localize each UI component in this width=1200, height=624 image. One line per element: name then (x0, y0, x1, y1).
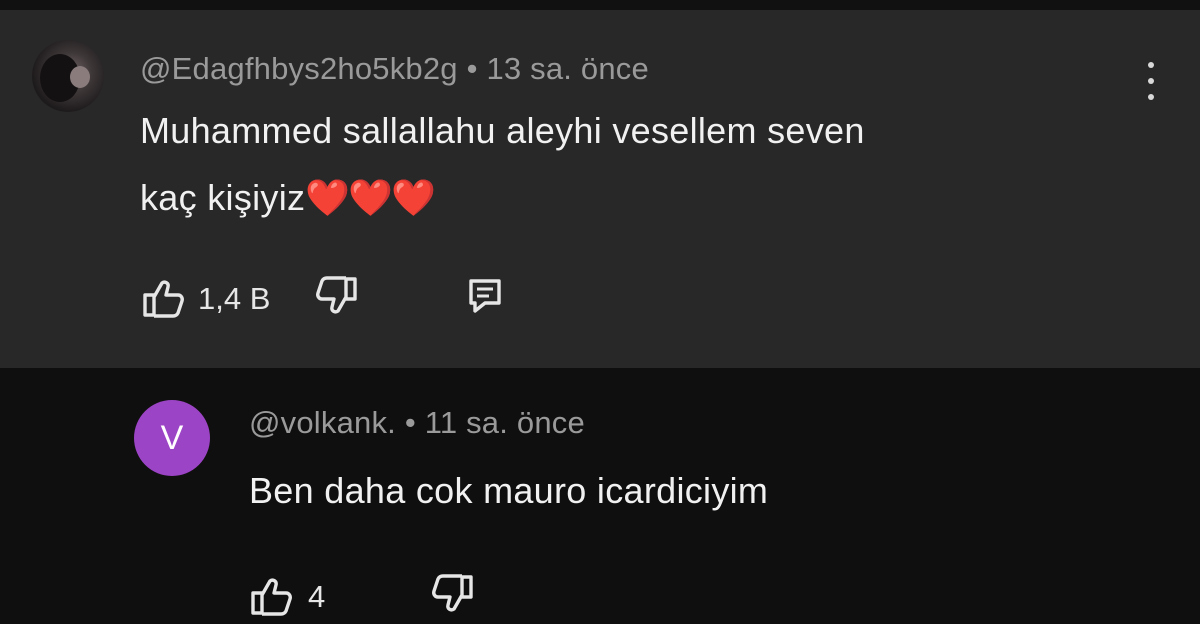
more-vertical-icon[interactable] (1140, 60, 1162, 102)
thumb-down-icon[interactable] (428, 574, 474, 614)
user-avatar[interactable] (32, 40, 104, 112)
thumb-up-icon[interactable] (250, 576, 296, 616)
thumb-up-icon[interactable] (142, 278, 188, 318)
reply-text: Ben daha cok mauro icardiciyim (249, 470, 769, 511)
kebab-dot (1148, 94, 1154, 100)
comment-text: kaç kişiyiz (140, 177, 306, 218)
comment-time[interactable]: 13 sa. önce (486, 51, 648, 86)
meta-separator: • (466, 51, 478, 86)
reply-comment-icon[interactable] (468, 278, 502, 314)
reply-time[interactable]: 11 sa. önce (425, 405, 585, 440)
like-count: 1,4 B (198, 281, 271, 316)
kebab-dot (1148, 62, 1154, 68)
comment-text-line: Muhammed sallallahu aleyhi vesellem seve… (140, 110, 865, 151)
comment-text-line: kaç kişiyiz❤️❤️❤️ (140, 177, 436, 219)
kebab-dot (1148, 78, 1154, 84)
comment-author[interactable]: @Edagfhbys2ho5kb2g (140, 51, 458, 86)
reply-author[interactable]: @volkank. (249, 405, 396, 440)
heart-emoji: ❤️❤️❤️ (305, 177, 435, 218)
meta-separator: • (404, 405, 416, 440)
reply-header: @volkank. • 11 sa. önce (249, 405, 585, 441)
like-count: 4 (308, 579, 326, 614)
avatar-face (70, 66, 90, 88)
reply-avatar[interactable]: V (134, 400, 210, 476)
top-strip (0, 0, 1200, 10)
thumb-down-icon[interactable] (312, 276, 358, 316)
comment-header: @Edagfhbys2ho5kb2g • 13 sa. önce (140, 51, 649, 87)
